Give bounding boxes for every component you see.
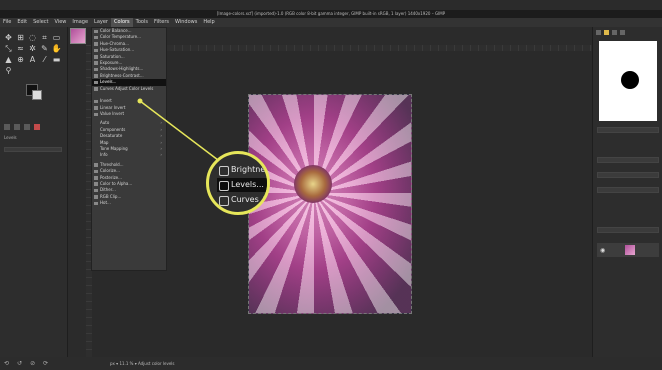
delete-icon[interactable]: ⊘ — [30, 360, 35, 367]
save-options-icon[interactable]: ⟲ — [4, 360, 9, 367]
gimp-window: [Image-colors.xcf] (imported)-1.0 (RGB c… — [0, 0, 662, 370]
brush-tab-icon[interactable] — [596, 30, 601, 35]
layer-mode-dropdown[interactable] — [597, 227, 659, 233]
status-bar: px ▾ 11.1 % ▾ Adjust color levels — [86, 357, 592, 370]
zoom-item-curves: Curves A — [217, 193, 267, 207]
zoom-item-brightness: Brightne — [217, 163, 267, 177]
reset-icon[interactable]: ⟳ — [43, 360, 48, 367]
spacing-slider[interactable] — [597, 157, 659, 163]
zoom-callout-magnifier: Brightne Levels... Curves A — [206, 151, 270, 215]
right-dock: ◉ — [592, 27, 662, 357]
brush-tags-field[interactable] — [597, 172, 659, 178]
callout-anchor-dot — [137, 98, 143, 104]
layers-panel: ◉ — [597, 227, 659, 267]
brush-shape-icon — [621, 71, 639, 89]
dock-tabs — [593, 27, 662, 38]
eye-visibility-icon[interactable]: ◉ — [600, 247, 605, 254]
brush-filter-field[interactable] — [597, 127, 659, 133]
toolbox-bottom-bar: ⟲ ↺ ⊘ ⟳ — [0, 357, 86, 370]
zoom-item-levels: Levels... — [217, 178, 267, 192]
restore-icon[interactable]: ↺ — [17, 360, 22, 367]
layer-thumbnail — [625, 245, 635, 255]
pattern-tab-icon[interactable] — [604, 30, 609, 35]
gradient-tab-icon[interactable] — [612, 30, 617, 35]
brush-preview[interactable] — [599, 41, 657, 121]
font-tab-icon[interactable] — [620, 30, 625, 35]
layer-row[interactable]: ◉ — [597, 243, 659, 257]
callout-line — [139, 100, 219, 161]
brush-options-row[interactable] — [597, 187, 659, 193]
callout-connector-line — [137, 98, 219, 161]
dock-bottom-bar — [592, 357, 662, 370]
